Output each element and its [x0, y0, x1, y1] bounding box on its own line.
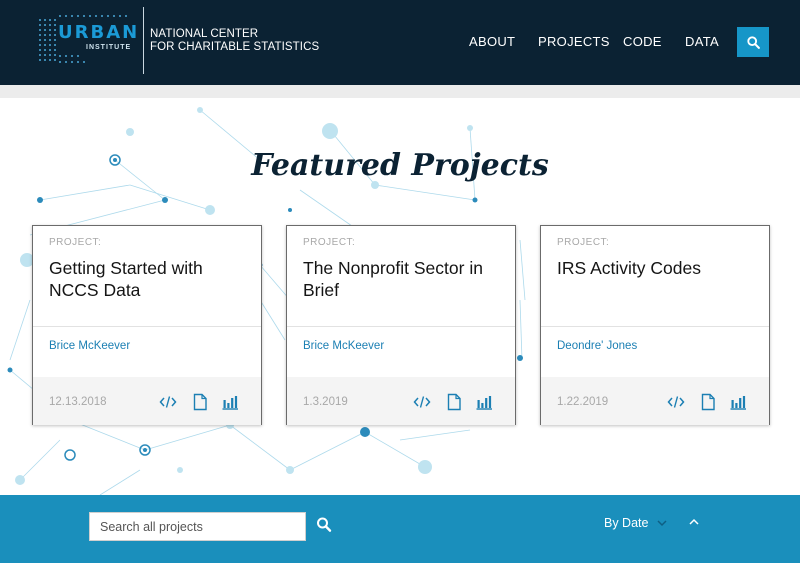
card-eyebrow: PROJECT: [303, 237, 356, 248]
card-date: 1.3.2019 [303, 396, 348, 408]
logo-subtitle: INSTITUTE [86, 44, 132, 51]
sort-dropdown-label[interactable]: By Date [604, 516, 648, 530]
card-eyebrow: PROJECT: [49, 237, 102, 248]
code-icon[interactable] [413, 393, 431, 411]
project-card[interactable]: PROJECT: IRS Activity Codes Deondre' Jon… [540, 225, 770, 425]
nav-about[interactable]: ABOUT [469, 34, 515, 49]
nav-data[interactable]: DATA [685, 34, 719, 49]
card-title[interactable]: The Nonprofit Sector in Brief [303, 257, 508, 301]
card-divider [33, 326, 261, 327]
urban-institute-logo[interactable]: URBAN INSTITUTE [36, 12, 140, 70]
logo-wordmark: URBAN [58, 22, 140, 43]
search-icon [746, 35, 760, 49]
chevron-down-icon[interactable] [656, 518, 668, 528]
card-author-link[interactable]: Deondre' Jones [557, 340, 637, 352]
center-name-line-2: FOR CHARITABLE STATISTICS [150, 41, 320, 53]
search-icon[interactable] [316, 516, 332, 534]
nav-projects[interactable]: PROJECTS [538, 34, 610, 49]
card-divider [541, 326, 769, 327]
project-card[interactable]: PROJECT: The Nonprofit Sector in Brief B… [286, 225, 516, 425]
header-search-button[interactable] [737, 27, 769, 57]
header-stripe [0, 85, 800, 98]
bar-chart-icon[interactable] [221, 393, 239, 411]
site-header: URBAN INSTITUTE NATIONAL CENTER FOR CHAR… [0, 0, 800, 85]
card-author-link[interactable]: Brice McKeever [49, 340, 130, 352]
bar-chart-icon[interactable] [475, 393, 493, 411]
nav-code[interactable]: CODE [623, 34, 662, 49]
bar-chart-icon[interactable] [729, 393, 747, 411]
page-title: Featured Projects [251, 148, 549, 183]
logo-divider [143, 7, 144, 74]
card-date: 1.22.2019 [557, 396, 609, 408]
project-card[interactable]: PROJECT: Getting Started with NCCS Data … [32, 225, 262, 425]
card-title[interactable]: Getting Started with NCCS Data [49, 257, 254, 301]
card-divider [287, 326, 515, 327]
card-title[interactable]: IRS Activity Codes [557, 257, 762, 279]
code-icon[interactable] [667, 393, 685, 411]
project-search-input[interactable] [89, 512, 306, 541]
document-icon[interactable] [445, 393, 463, 411]
card-date: 12.13.2018 [49, 396, 107, 408]
document-icon[interactable] [191, 393, 209, 411]
center-name-line-1: NATIONAL CENTER [150, 28, 259, 40]
card-eyebrow: PROJECT: [557, 237, 610, 248]
chevron-up-icon[interactable] [688, 517, 700, 527]
code-icon[interactable] [159, 393, 177, 411]
document-icon[interactable] [699, 393, 717, 411]
card-author-link[interactable]: Brice McKeever [303, 340, 384, 352]
center-name[interactable]: NATIONAL CENTER FOR CHARITABLE STATISTIC… [150, 28, 319, 54]
